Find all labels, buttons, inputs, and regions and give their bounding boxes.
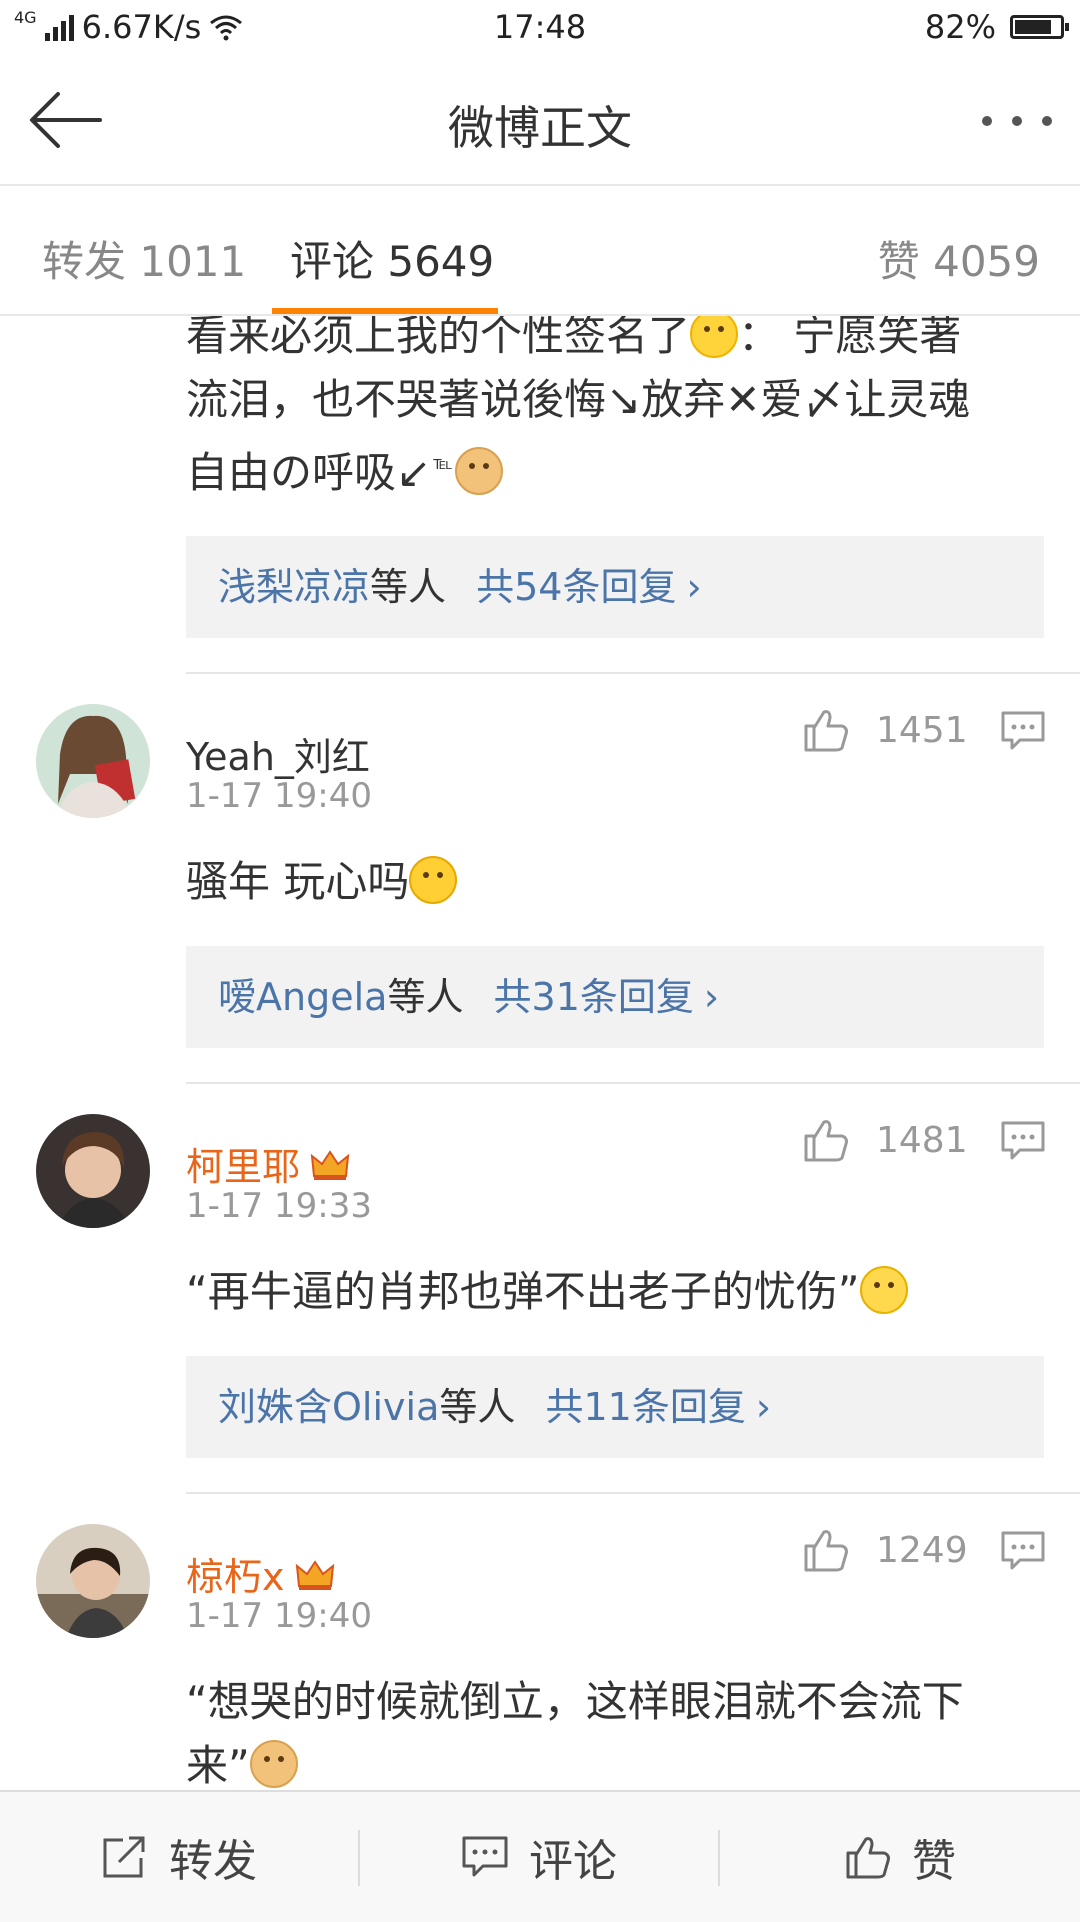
- comment-time: 1-17 19:33: [186, 1186, 372, 1226]
- active-tab-indicator: [272, 308, 498, 314]
- comment-time: 1-17 19:40: [186, 1596, 372, 1636]
- comment-reply-icon[interactable]: [1000, 1530, 1046, 1572]
- tab-bar: 转发 1011 评论 5649 赞 4059: [0, 186, 1080, 316]
- reply-count[interactable]: 共11条回复: [545, 1385, 745, 1429]
- reply-count[interactable]: 共54条回复: [476, 565, 676, 609]
- reply-summary[interactable]: 刘姝含Olivia等人 共11条回复 ›: [186, 1356, 1044, 1458]
- comment-reply-icon[interactable]: [1000, 710, 1046, 752]
- like-button[interactable]: 赞: [720, 1792, 1080, 1922]
- repost-button[interactable]: 转发: [0, 1792, 358, 1922]
- chevron-right-icon: ›: [755, 1385, 772, 1429]
- username[interactable]: 柯里耶: [186, 1136, 350, 1191]
- doge-emoji-icon: [454, 447, 503, 495]
- reply-count[interactable]: 共31条回复: [494, 975, 694, 1019]
- comment-text: 看来必须上我的个性签名了： 宁愿笑著 流泪，也不哭著说後悔↘放弃✕爱〆让灵魂 自…: [186, 316, 1046, 505]
- chevron-right-icon: ›: [686, 565, 702, 609]
- vip-crown-icon: [310, 1150, 350, 1180]
- share-icon: [103, 1836, 145, 1878]
- battery-icon: [1010, 15, 1069, 39]
- laughing-emoji-icon: [409, 856, 458, 904]
- page-title: 微博正文: [448, 101, 632, 155]
- comment-button[interactable]: 评论: [360, 1792, 718, 1922]
- status-bar: 4G 6.67K/s 17:48 82%: [0, 0, 1080, 58]
- battery-percent: 82%: [924, 8, 996, 46]
- tab-reposts[interactable]: 转发 1011: [42, 228, 246, 289]
- like-count: 1249: [876, 1530, 968, 1571]
- bottom-action-bar: 转发 评论 赞: [0, 1790, 1080, 1922]
- reply-names[interactable]: 浅梨凉凉: [218, 565, 370, 609]
- comment-list[interactable]: 看来必须上我的个性签名了： 宁愿笑著 流泪，也不哭著说後悔↘放弃✕爱〆让灵魂 自…: [0, 316, 1080, 1790]
- thumbs-up-icon: [846, 1837, 890, 1879]
- chevron-right-icon: ›: [703, 975, 720, 1019]
- vip-crown-icon: [295, 1560, 334, 1590]
- username[interactable]: 椋朽x: [186, 1546, 335, 1601]
- doge-emoji-icon: [249, 1740, 298, 1788]
- divider: [186, 672, 1080, 674]
- thumbs-up-icon[interactable]: [802, 1116, 850, 1164]
- comment-reply-icon[interactable]: [1000, 1120, 1046, 1162]
- comment-text: 骚年 玩心吗: [186, 850, 1046, 914]
- reply-names[interactable]: 刘姝含Olivia: [218, 1385, 439, 1429]
- status-right: 82%: [924, 8, 1069, 46]
- clock: 17:48: [493, 8, 587, 46]
- thumbs-up-icon[interactable]: [802, 1526, 850, 1574]
- comment-text: “再牛逼的肖邦也弹不出老子的忧伤”: [186, 1260, 1046, 1324]
- thumbs-up-icon[interactable]: [802, 706, 850, 754]
- divider: [186, 1082, 1080, 1084]
- tab-likes[interactable]: 赞 4059: [878, 228, 1040, 289]
- reply-summary[interactable]: 嗳Angela等人 共31条回复 ›: [186, 946, 1044, 1048]
- reply-names[interactable]: 嗳Angela: [218, 975, 387, 1019]
- comment-icon: [462, 1836, 508, 1877]
- avatar[interactable]: [36, 1114, 150, 1228]
- like-count: 1481: [876, 1120, 968, 1161]
- username[interactable]: Yeah_刘红: [186, 726, 370, 781]
- thinking-emoji-icon: [859, 1266, 908, 1314]
- more-options-icon[interactable]: [982, 110, 1052, 132]
- reply-summary[interactable]: 浅梨凉凉等人 共54条回复 ›: [186, 536, 1044, 638]
- comment-text: “想哭的时候就倒立，这样眼泪就不会流下 来”: [186, 1677, 964, 1790]
- like-count: 1451: [876, 710, 968, 751]
- nav-bar: 微博正文: [0, 58, 1080, 186]
- avatar[interactable]: [36, 704, 150, 818]
- comment-time: 1-17 19:40: [186, 776, 372, 816]
- tab-comments[interactable]: 评论 5649: [290, 228, 494, 289]
- avatar[interactable]: [36, 1524, 150, 1638]
- smile-emoji-icon: [690, 316, 739, 358]
- divider: [186, 1492, 1080, 1494]
